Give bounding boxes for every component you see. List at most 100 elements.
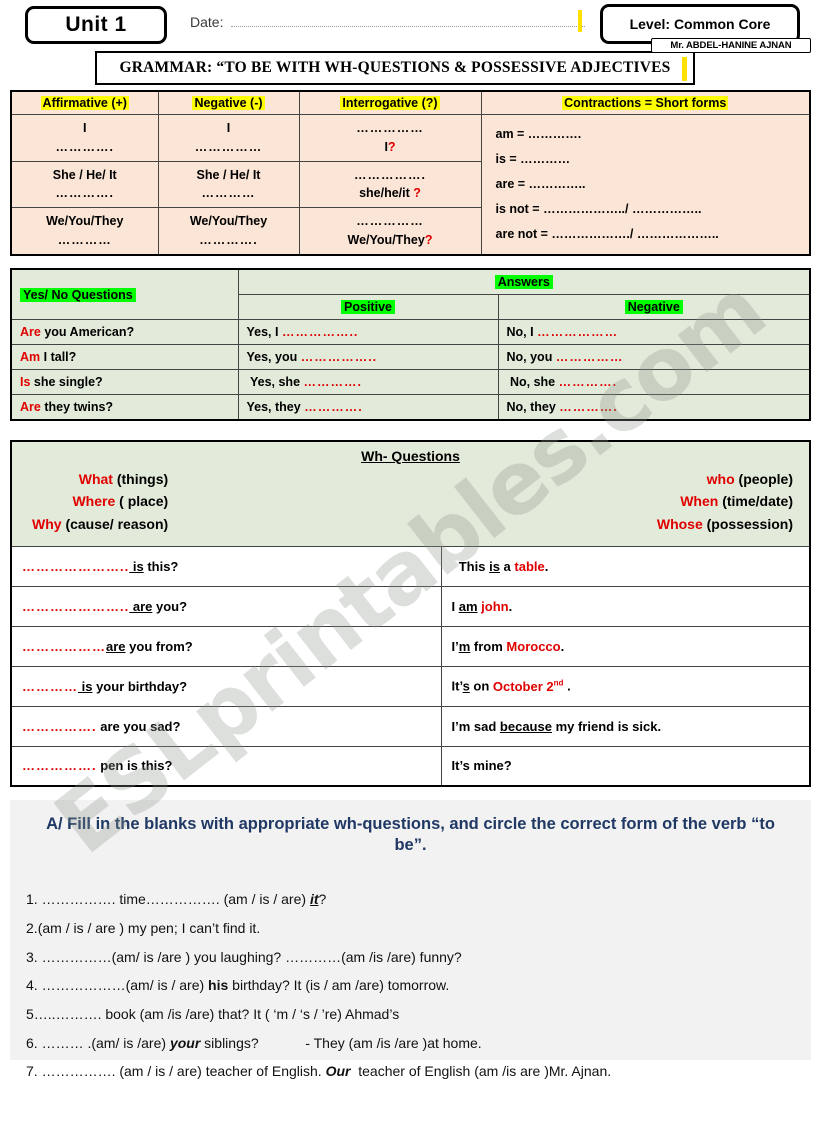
wh-answer-cell: I’m from Morocco. — [440, 625, 811, 667]
contraction-item[interactable]: is not = ………………../ …………….. — [496, 197, 810, 222]
wh-gloss: (people) — [734, 471, 793, 487]
teacher-name-box: Mr. ABDEL-HANINE AJNAN — [651, 38, 811, 53]
underlined-verb: m — [458, 638, 471, 654]
wh-gloss: (time/date) — [718, 493, 793, 510]
col-positive: Positive — [237, 294, 499, 320]
aux-verb: Am — [20, 350, 41, 364]
worksheet-page: Unit 1 Date: Level: Common Core Mr. ABDE… — [0, 0, 821, 1133]
blank-dots[interactable]: ………………….. — [22, 599, 129, 614]
blank-dots[interactable]: …………… — [556, 350, 624, 364]
exercise-item[interactable]: 2.(am / is / are ) my pen; I can’t find … — [26, 914, 795, 943]
wh-word-item: Whose (possession) — [657, 513, 793, 535]
answer-text: my friend is sick. — [551, 718, 662, 734]
contraction-item[interactable]: is = ………… — [496, 147, 810, 172]
wh-answer-cell: It’s mine? — [440, 745, 811, 787]
subject-text: We/You/They — [46, 214, 124, 228]
wh-question-cell: ……………. pen is this? — [10, 745, 442, 787]
blank-dots[interactable]: …………. — [56, 140, 114, 154]
wh-header-row: Wh- Questions What (things) Where ( plac… — [10, 440, 811, 547]
blank-dots[interactable]: ……………. — [354, 168, 426, 182]
blank-dots[interactable]: …………….. — [301, 350, 377, 364]
blank-dots[interactable]: …………. — [56, 186, 114, 200]
blank-dots[interactable]: ……………… — [22, 639, 106, 654]
wh-word-item: Where ( place) — [32, 490, 168, 512]
blank-dots[interactable]: ………………….. — [22, 559, 129, 574]
answer-text: No, they — [506, 400, 560, 414]
exercise-item[interactable]: 5…..………. book (am /is /are) that? It ( ‘… — [26, 1000, 795, 1029]
exercise-items-list: 1. ……………. time……………. (am / is / are) it?… — [26, 885, 795, 1086]
forms-table-wrapper: Affirmative (+) Negative (-) Interrogati… — [10, 90, 811, 256]
answer-text: Yes, I — [246, 325, 282, 339]
blank-dots[interactable]: …………. — [199, 233, 257, 247]
question-text: this? — [143, 558, 179, 574]
exercise-item[interactable]: 6. ……… .(am/ is /are) your siblings? - T… — [26, 1029, 795, 1058]
yesno-negative-answer: No, you …………… — [497, 344, 811, 370]
blank-dots[interactable]: ………… — [202, 186, 256, 200]
ordinal-suffix: nd — [553, 678, 564, 688]
table-row: ………………….. are you? I am john. — [10, 585, 811, 627]
table-row: ………… is your birthday? It’s on October 2… — [10, 665, 811, 707]
yesno-positive-answer: Yes, they …………. — [237, 394, 499, 421]
contraction-item[interactable]: am = …………. — [496, 122, 810, 147]
col-negative: Negative — [497, 294, 811, 320]
question-text: they twins? — [40, 400, 114, 414]
aux-verb: Are — [20, 325, 41, 339]
contraction-item[interactable]: are not = ………………./ ……………….. — [496, 222, 810, 247]
blank-dots[interactable]: ……………. — [22, 758, 97, 773]
exercise-item-text: ……… .(am/ is /are) — [41, 1034, 170, 1051]
exercise-item[interactable]: 7. ……………. (am / is / are) teacher of Eng… — [26, 1057, 795, 1086]
col-answers: Answers — [237, 268, 811, 295]
blank-dots[interactable]: …………… — [195, 140, 263, 154]
blank-dots[interactable]: …………… — [356, 121, 424, 135]
blank-dots[interactable]: …………… — [356, 214, 424, 228]
yesno-table: Yes/ No Questions Answers Positive Negat… — [10, 268, 811, 421]
answer-date: October 2 — [492, 678, 554, 694]
subject-text: We/You/They — [347, 232, 425, 247]
blank-dots[interactable]: ……………. — [22, 719, 97, 734]
grammar-title-banner: GRAMMAR: “TO BE WITH WH-QUESTIONS & POSS… — [95, 51, 695, 85]
grammar-cursor-mark — [682, 57, 687, 81]
yesno-header-row-1: Yes/ No Questions Answers — [10, 268, 811, 320]
blank-dots[interactable]: …………. — [304, 400, 362, 414]
blank-dots[interactable]: …………. — [304, 375, 362, 389]
affirmative-cell-3: We/You/They ………… — [10, 207, 159, 255]
question-mark: ? — [424, 232, 433, 247]
answer-text: a — [499, 558, 515, 574]
exercise-item-text: ……………(am/ is /are ) you laughing? …………(a… — [41, 948, 462, 965]
date-cursor-mark — [578, 10, 582, 32]
col-negative: Negative (-) — [157, 90, 300, 115]
yesno-question: Am I tall? — [10, 344, 239, 370]
answer-highlight: Morocco — [506, 638, 561, 654]
date-field[interactable]: Date: — [190, 14, 585, 30]
blank-dots[interactable]: …………….. — [282, 325, 358, 339]
affirmative-cell-2: She / He/ It …………. — [10, 160, 159, 208]
exercise-item-text: siblings? - They (am /is /are )at home. — [200, 1034, 482, 1051]
date-input-line[interactable] — [231, 16, 585, 27]
wh-answer-cell: I’m sad because my friend is sick. — [440, 705, 811, 747]
answer-text: No, you — [506, 350, 556, 364]
contraction-item[interactable]: are = ………….. — [496, 172, 810, 197]
blank-dots[interactable]: ………… — [58, 233, 112, 247]
exercise-item[interactable]: 3. ……………(am/ is /are ) you laughing? ………… — [26, 943, 795, 972]
blank-dots[interactable]: ………… — [22, 679, 78, 694]
blank-dots[interactable]: ……………… — [537, 325, 618, 339]
aux-verb: Is — [20, 375, 31, 389]
blank-dots[interactable]: …………. — [559, 375, 617, 389]
yesno-positive-answer: Yes, I …………….. — [237, 319, 499, 345]
answer-text: Yes, you — [246, 350, 301, 364]
answer-text: on — [469, 678, 493, 694]
table-row: Is she single? Yes, she …………. No, she ……… — [10, 369, 811, 395]
col-yesno-questions: Yes/ No Questions — [10, 268, 239, 320]
wh-gloss: (things) — [112, 471, 169, 487]
exercise-item[interactable]: 4. ………………(am/ is / are) his birthday? It… — [26, 971, 795, 1000]
exercise-item[interactable]: 1. ……………. time……………. (am / is / are) it? — [26, 885, 795, 914]
col-contractions: Contractions = Short forms — [480, 90, 811, 115]
table-row: Are you American? Yes, I …………….. No, I …… — [10, 319, 811, 345]
negative-cell-3: We/You/They …………. — [157, 207, 300, 255]
blank-dots[interactable]: …………. — [559, 400, 617, 414]
wh-word: Why — [32, 515, 62, 532]
question-text: I tall? — [40, 350, 77, 364]
answer-text: . — [563, 678, 571, 694]
exercise-item-text: teacher of English (am /is are )Mr. Ajna… — [350, 1063, 612, 1080]
underlined-verb: are — [106, 638, 126, 654]
